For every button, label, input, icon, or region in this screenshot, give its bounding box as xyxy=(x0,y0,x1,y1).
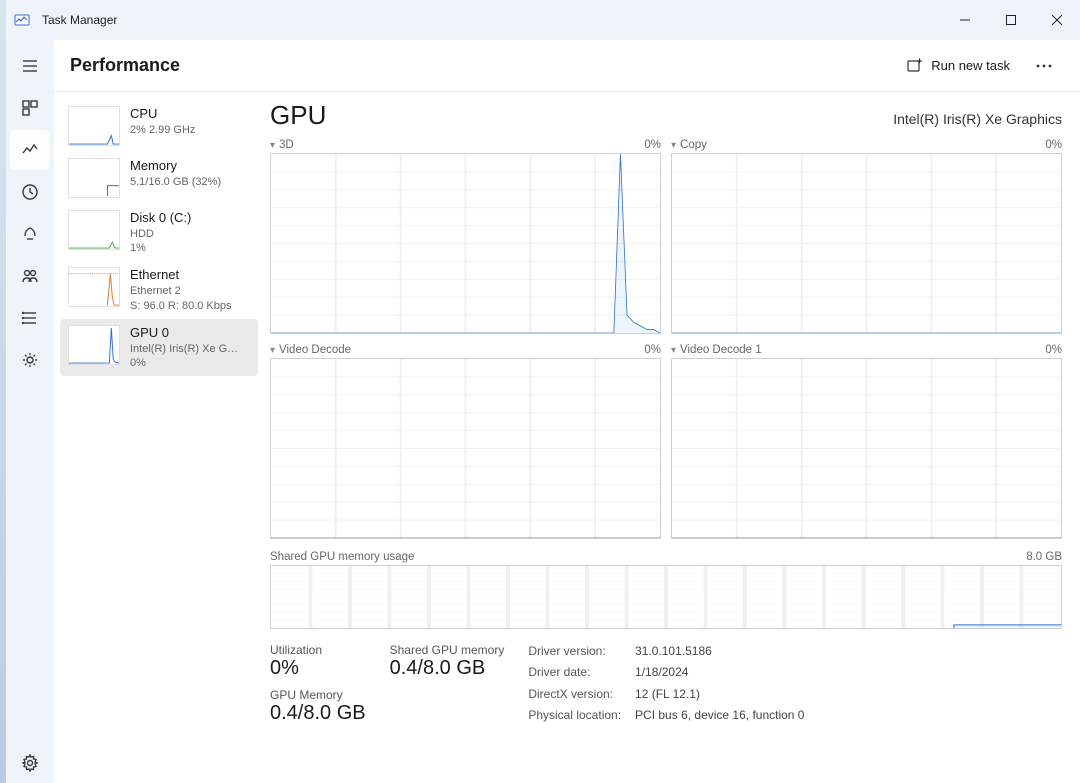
ethernet-thumbnail xyxy=(68,267,120,307)
app-history-icon[interactable] xyxy=(10,172,50,212)
details-icon[interactable] xyxy=(10,298,50,338)
detail-pane: GPU Intel(R) Iris(R) Xe Graphics ▾3D0% ▾… xyxy=(264,92,1080,783)
sidebar-item-memory[interactable]: Memory 5.1/16.0 GB (32%) xyxy=(60,152,258,204)
performance-icon[interactable] xyxy=(10,130,50,170)
graph-video-decode[interactable]: ▾Video Decode0% xyxy=(270,344,661,539)
graph-3d[interactable]: ▾3D0% xyxy=(270,139,661,334)
chevron-down-icon: ▾ xyxy=(671,140,676,151)
maximize-button[interactable] xyxy=(988,4,1034,36)
gpu-stats: Utilization 0% GPU Memory 0.4/8.0 GB Sha… xyxy=(264,643,1062,725)
device-name: Intel(R) Iris(R) Xe Graphics xyxy=(893,111,1062,127)
run-task-icon xyxy=(907,58,923,74)
graph-copy[interactable]: ▾Copy0% xyxy=(671,139,1062,334)
graph-video-decode-1[interactable]: ▾Video Decode 10% xyxy=(671,344,1062,539)
close-button[interactable] xyxy=(1034,4,1080,36)
startup-icon[interactable] xyxy=(10,214,50,254)
task-manager-window: Task Manager Performance Run ne xyxy=(6,0,1080,783)
gpu-thumbnail xyxy=(68,325,120,365)
cpu-thumbnail xyxy=(68,106,120,146)
processes-icon[interactable] xyxy=(10,88,50,128)
shared-gpu-memory-graph[interactable] xyxy=(270,565,1062,629)
more-options-button[interactable] xyxy=(1024,50,1064,82)
page-header: Performance Run new task xyxy=(54,40,1080,92)
disk-thumbnail xyxy=(68,210,120,250)
services-icon[interactable] xyxy=(10,340,50,380)
chevron-down-icon: ▾ xyxy=(270,140,275,151)
memory-graph-label: Shared GPU memory usage xyxy=(270,551,414,563)
titlebar[interactable]: Task Manager xyxy=(6,0,1080,40)
ellipsis-icon xyxy=(1036,64,1052,68)
chevron-down-icon: ▾ xyxy=(671,345,676,356)
minimize-button[interactable] xyxy=(942,4,988,36)
performance-sidebar: CPU 2% 2.99 GHz Memory 5.1/16.0 GB (32%) xyxy=(54,92,264,783)
settings-icon[interactable] xyxy=(10,743,50,783)
sidebar-item-cpu[interactable]: CPU 2% 2.99 GHz xyxy=(60,100,258,152)
hamburger-button[interactable] xyxy=(10,46,50,86)
sidebar-item-ethernet[interactable]: Ethernet Ethernet 2 S: 96.0 R: 80.0 Kbps xyxy=(60,261,258,318)
memory-thumbnail xyxy=(68,158,120,198)
chevron-down-icon: ▾ xyxy=(270,345,275,356)
page-title: Performance xyxy=(70,55,180,76)
memory-graph-max: 8.0 GB xyxy=(1026,551,1062,563)
app-icon xyxy=(14,12,30,28)
users-icon[interactable] xyxy=(10,256,50,296)
window-title: Task Manager xyxy=(42,13,117,27)
detail-title: GPU xyxy=(270,100,326,131)
sidebar-item-disk[interactable]: Disk 0 (C:) HDD 1% xyxy=(60,204,258,261)
sidebar-item-gpu[interactable]: GPU 0 Intel(R) Iris(R) Xe G… 0% xyxy=(60,319,258,376)
gpu-engine-graphs: ▾3D0% ▾Copy0% ▾Video Decode0% ▾Vide xyxy=(264,139,1062,539)
nav-rail xyxy=(6,40,54,783)
run-new-task-button[interactable]: Run new task xyxy=(897,52,1020,80)
